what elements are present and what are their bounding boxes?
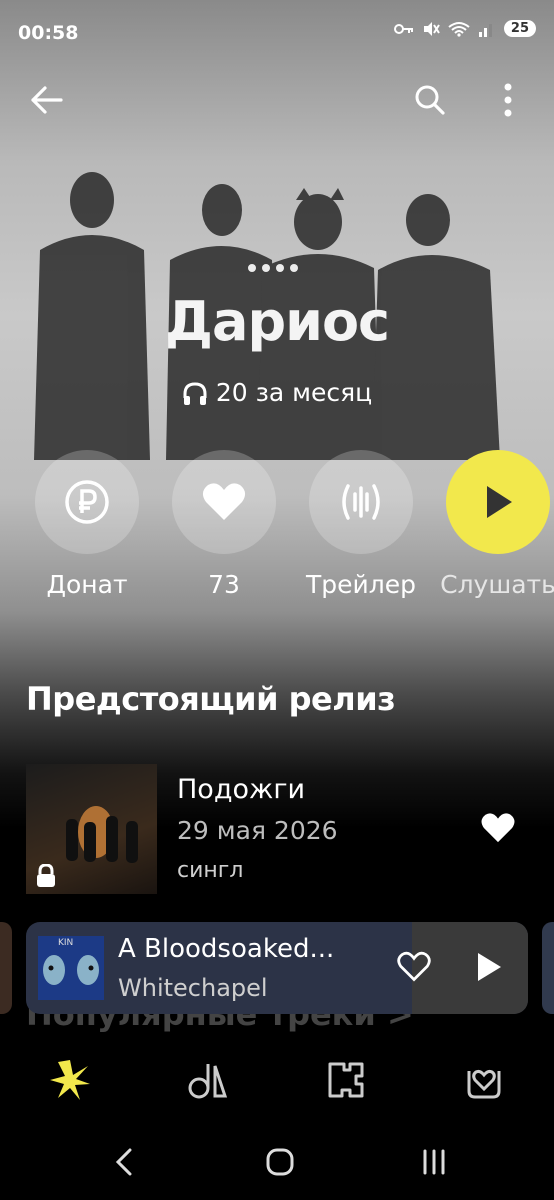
tab-my-vibe[interactable] [462,1058,506,1102]
more-options-button[interactable] [486,78,530,122]
tab-collection[interactable] [186,1058,230,1102]
heart-vibe-icon [467,1069,501,1099]
collection-icon [188,1064,228,1099]
headphones-icon [183,382,207,405]
mini-player[interactable]: KIN A Bloodsoaked... Whitechapel [26,922,528,1014]
player-cover-text: KIN [58,938,74,948]
heart-icon [202,483,246,520]
next-player-card[interactable] [542,922,554,1014]
upcoming-release-title: Предстоящий релиз [26,680,396,718]
play-circle[interactable] [446,450,550,554]
system-nav-bar [0,1120,554,1200]
bottom-tab-bar [0,1040,554,1116]
player-play-button[interactable] [474,950,504,988]
like-circle[interactable] [172,450,276,554]
signal-icon [478,23,492,37]
nav-home-button[interactable] [258,1142,302,1182]
nav-back-button[interactable] [102,1142,146,1182]
heart-icon [481,813,515,843]
tab-main[interactable] [48,1058,92,1102]
artist-name: Дариос [164,290,390,353]
donate-circle[interactable] [35,450,139,554]
player-track-artist: Whitechapel [118,974,268,1002]
wifi-icon [448,21,470,37]
more-vertical-icon [504,83,512,117]
player-track-title: A Bloodsoaked... [118,934,335,964]
back-button[interactable] [24,78,68,122]
monthly-listeners-text: 20 за месяц [215,378,373,407]
nav-back-icon [115,1148,132,1176]
status-time: 00:58 [18,22,79,44]
play-icon [478,953,501,981]
release-like-button[interactable] [480,812,516,848]
play-icon [487,486,512,518]
player-cover: KIN [38,936,104,1000]
sparkle-icon [50,1060,90,1100]
ruble-icon [65,480,109,524]
release-cover [26,764,157,894]
mute-icon [423,21,440,36]
status-bar: 00:58 25 [0,0,554,64]
player-like-button[interactable] [396,950,432,988]
photo-pager-dots[interactable] [248,264,298,272]
nav-recents-icon [423,1149,445,1175]
artist-actions: Донат 73 Трейлер Слушать [0,450,554,610]
listen-button[interactable]: Слушать [413,450,554,599]
search-icon [415,85,445,115]
key-icon [393,23,413,34]
upcoming-release-item[interactable]: Подожги 29 мая 2026 сингл [26,764,530,894]
listen-label: Слушать [440,570,554,599]
arrow-left-icon [31,86,63,114]
search-button[interactable] [408,78,452,122]
battery-indicator: 25 [503,20,536,37]
prev-player-card[interactable] [0,922,12,1014]
status-icons: 25 [393,20,536,37]
nav-recents-button[interactable] [412,1142,456,1182]
release-type: сингл [177,858,244,883]
trailer-circle[interactable] [309,450,413,554]
heart-outline-icon [397,951,431,982]
nav-home-icon [266,1148,294,1176]
release-title: Подожги [177,774,306,805]
release-date: 29 мая 2026 [177,816,338,845]
waveform-icon [342,484,380,520]
monthly-listeners: 20 за месяц [0,378,554,407]
lock-icon [37,864,55,887]
book-icon [328,1062,364,1098]
tab-podcasts[interactable] [324,1058,368,1102]
